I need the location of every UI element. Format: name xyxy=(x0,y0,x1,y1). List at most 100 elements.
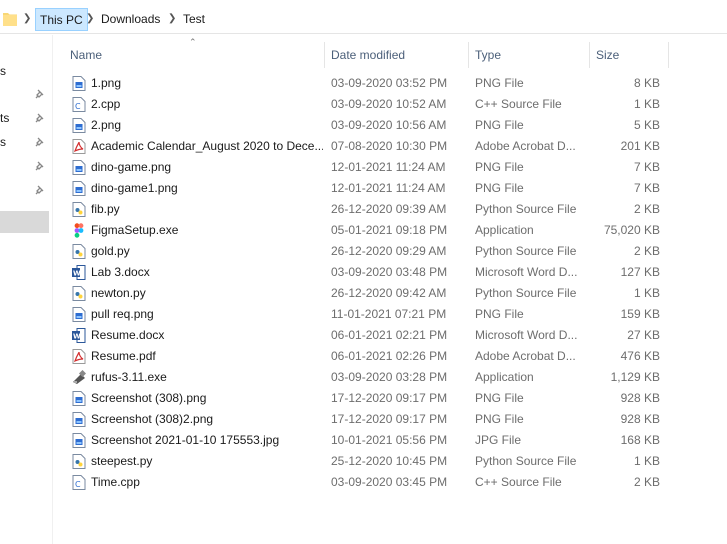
file-size: 1 KB xyxy=(633,454,660,468)
file-size: 127 KB xyxy=(620,265,660,279)
chevron-right-icon: ❯ xyxy=(23,13,32,24)
file-type: Microsoft Word D... xyxy=(475,265,578,279)
file-row[interactable]: W Lab 3.docx 03-09-2020 03:48 PM Microsoft … xyxy=(68,262,668,283)
column-divider[interactable] xyxy=(468,42,469,68)
file-row[interactable]: steepest.py 25-12-2020 10:45 PM Python Sou… xyxy=(68,451,668,472)
file-size: 8 KB xyxy=(633,76,660,90)
file-row[interactable]: W Resume.docx 06-01-2021 02:21 PM Microsoft… xyxy=(68,325,668,346)
file-type: Python Source File xyxy=(475,202,577,216)
folder-icon xyxy=(3,13,17,26)
image-file-icon xyxy=(72,307,86,322)
file-date-modified: 03-09-2020 03:45 PM xyxy=(331,475,448,489)
file-type: Python Source File xyxy=(475,454,577,468)
file-row[interactable]: Academic Calendar_August 2020 to Dece...… xyxy=(68,136,668,157)
file-date-modified: 03-09-2020 03:28 PM xyxy=(331,370,448,384)
file-name: Screenshot 2021-01-10 175553.jpg xyxy=(91,433,280,447)
file-row[interactable]: C 2.cpp 03-09-2020 10:52 AM C++ Source File… xyxy=(68,94,668,115)
pdf-file-icon xyxy=(72,349,86,364)
nav-item-fragment[interactable]: s xyxy=(0,64,6,78)
column-header-size[interactable]: Size xyxy=(596,48,619,62)
column-divider[interactable] xyxy=(589,42,590,68)
pin-icon xyxy=(35,137,44,147)
file-size: 2 KB xyxy=(633,475,660,489)
file-name: Resume.docx xyxy=(91,328,165,342)
breadcrumb-this-pc[interactable]: This PC xyxy=(35,8,88,31)
file-name: 2.png xyxy=(91,118,122,132)
address-bar[interactable]: ❯ This PC ❯ Downloads ❯ Test xyxy=(0,5,727,34)
file-row[interactable]: Resume.pdf 06-01-2021 02:26 PM Adobe Acrob… xyxy=(68,346,668,367)
image-file-icon xyxy=(72,412,86,427)
file-size: 2 KB xyxy=(633,202,660,216)
word-document-icon: W xyxy=(72,265,86,280)
rufus-app-icon xyxy=(72,369,87,385)
column-header-date-modified[interactable]: Date modified xyxy=(331,48,405,62)
navigation-pane: s ts s xyxy=(0,35,53,544)
file-name: rufus-3.11.exe xyxy=(91,370,167,384)
file-row[interactable]: Screenshot (308).png 17-12-2020 09:17 PM P… xyxy=(68,388,668,409)
chevron-right-icon: ❯ xyxy=(86,13,95,24)
file-date-modified: 26-12-2020 09:29 AM xyxy=(331,244,447,258)
svg-text:C: C xyxy=(75,102,81,111)
pin-icon xyxy=(35,161,44,171)
file-date-modified: 26-12-2020 09:42 AM xyxy=(331,286,447,300)
chevron-right-icon: ❯ xyxy=(168,13,177,24)
column-divider[interactable] xyxy=(668,42,669,68)
nav-item-fragment[interactable]: s xyxy=(0,135,6,149)
column-divider[interactable] xyxy=(324,42,325,68)
file-row[interactable]: Screenshot (308)2.png 17-12-2020 09:17 PM… xyxy=(68,409,668,430)
pin-icon xyxy=(35,113,44,123)
breadcrumb-downloads[interactable]: Downloads xyxy=(97,8,164,31)
file-row[interactable]: 1.png 03-09-2020 03:52 PM PNG File 8 KB xyxy=(68,73,668,94)
file-name: Lab 3.docx xyxy=(91,265,150,279)
file-row[interactable]: newton.py 26-12-2020 09:42 AM Python Sourc… xyxy=(68,283,668,304)
file-row[interactable]: gold.py 26-12-2020 09:29 AM Python Source … xyxy=(68,241,668,262)
file-type: Application xyxy=(475,370,534,384)
file-date-modified: 03-09-2020 10:52 AM xyxy=(331,97,447,111)
file-name: fib.py xyxy=(91,202,120,216)
file-name: dino-game.png xyxy=(91,160,172,174)
file-row[interactable]: C Time.cpp 03-09-2020 03:45 PM C++ Source F… xyxy=(68,472,668,493)
file-size: 476 KB xyxy=(620,349,660,363)
file-row[interactable]: 2.png 03-09-2020 10:56 AM PNG File 5 KB xyxy=(68,115,668,136)
file-type: Adobe Acrobat D... xyxy=(475,139,576,153)
file-type: PNG File xyxy=(475,391,524,405)
file-date-modified: 05-01-2021 09:18 PM xyxy=(331,223,448,237)
image-file-icon xyxy=(72,391,86,406)
column-header-name[interactable]: Name xyxy=(70,48,102,62)
figma-app-icon xyxy=(72,223,86,238)
file-name: Screenshot (308)2.png xyxy=(91,412,214,426)
file-size: 928 KB xyxy=(620,391,660,405)
image-file-icon xyxy=(72,433,86,448)
file-date-modified: 03-09-2020 10:56 AM xyxy=(331,118,447,132)
file-size: 75,020 KB xyxy=(603,223,660,237)
file-type: PNG File xyxy=(475,118,524,132)
image-file-icon xyxy=(72,76,86,91)
nav-item-fragment[interactable]: ts xyxy=(0,111,9,125)
file-row[interactable]: Screenshot 2021-01-10 175553.jpg 10-01-20… xyxy=(68,430,668,451)
file-size: 928 KB xyxy=(620,412,660,426)
file-row[interactable]: FigmaSetup.exe 05-01-2021 09:18 PM Applica… xyxy=(68,220,668,241)
file-name: steepest.py xyxy=(91,454,153,468)
file-row[interactable]: dino-game1.png 12-01-2021 11:24 AM PNG Fil… xyxy=(68,178,668,199)
svg-text:W: W xyxy=(73,333,81,341)
file-row[interactable]: rufus-3.11.exe 03-09-2020 03:28 PM Applica… xyxy=(68,367,668,388)
file-date-modified: 26-12-2020 09:39 AM xyxy=(331,202,447,216)
file-row[interactable]: dino-game.png 12-01-2021 11:24 AM PNG File… xyxy=(68,157,668,178)
file-size: 159 KB xyxy=(620,307,660,321)
file-size: 168 KB xyxy=(620,433,660,447)
column-header-type[interactable]: Type xyxy=(475,48,501,62)
file-type: Microsoft Word D... xyxy=(475,328,578,342)
breadcrumb-test[interactable]: Test xyxy=(179,8,209,31)
file-type: Adobe Acrobat D... xyxy=(475,349,576,363)
file-type: Application xyxy=(475,223,534,237)
file-name: 1.png xyxy=(91,76,122,90)
file-row[interactable]: pull req.png 11-01-2021 07:21 PM PNG File 1… xyxy=(68,304,668,325)
nav-item-selected[interactable] xyxy=(0,211,49,233)
file-row[interactable]: fib.py 26-12-2020 09:39 AM Python Source F… xyxy=(68,199,668,220)
cpp-file-icon: C xyxy=(72,475,86,490)
file-name: newton.py xyxy=(91,286,146,300)
file-date-modified: 03-09-2020 03:52 PM xyxy=(331,76,448,90)
file-name: Time.cpp xyxy=(91,475,140,489)
file-name: pull req.png xyxy=(91,307,154,321)
image-file-icon xyxy=(72,118,86,133)
